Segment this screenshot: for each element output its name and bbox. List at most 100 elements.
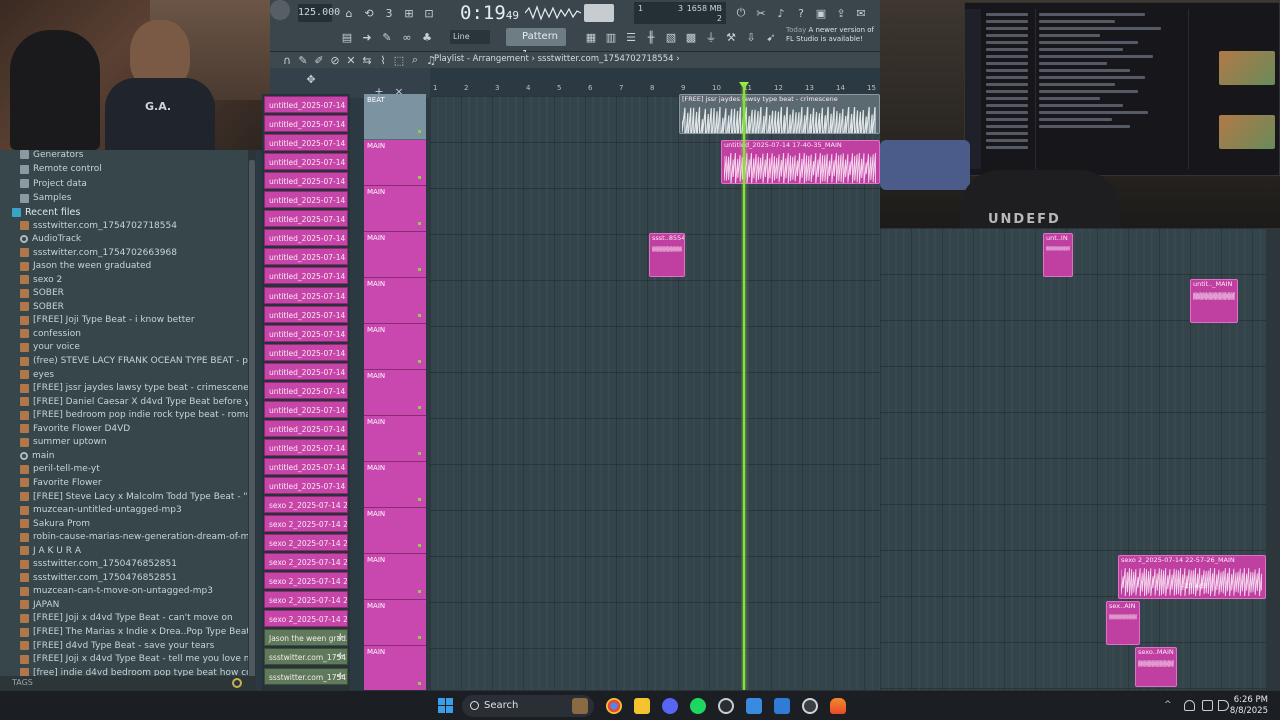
track-header[interactable]: MAIN xyxy=(364,416,426,462)
recent-file-item[interactable]: ssstwitter.com_1754702663968 xyxy=(8,246,177,259)
tool-icon[interactable]: ⚒ xyxy=(722,28,740,46)
recent-file-item[interactable]: [FREE] bedroom pop indie rock type beat … xyxy=(8,409,248,422)
recent-file-item[interactable]: SOBER xyxy=(8,300,64,313)
vscode-icon[interactable] xyxy=(746,698,762,714)
search-icon[interactable] xyxy=(232,678,242,688)
obs-icon[interactable] xyxy=(802,698,818,714)
track-led-icon[interactable] xyxy=(418,636,421,639)
help-icon[interactable]: ? xyxy=(792,4,810,22)
add-icon[interactable]: ✛ xyxy=(336,649,344,664)
track-header[interactable]: MAIN xyxy=(364,646,426,692)
move-icon[interactable]: ✥ xyxy=(302,70,320,88)
recent-file-item[interactable]: muzcean-can-t-move-on-untagged-mp3 xyxy=(8,585,213,598)
loop-icon[interactable]: ⟲ xyxy=(360,4,378,22)
pattern-clip-item[interactable]: untitled_2025-07-14 19- xyxy=(264,172,348,190)
windows-start-icon[interactable] xyxy=(438,698,454,714)
pattern-clip-item[interactable]: untitled_2025-07-14 19- xyxy=(264,419,348,437)
plugin-icon[interactable]: ▩ xyxy=(682,28,700,46)
arrangement-clip[interactable]: sexo 2_2025-07-14 22-57-26_MAIN xyxy=(1118,555,1266,599)
mic-icon[interactable]: ♪ xyxy=(772,4,790,22)
track-led-icon[interactable] xyxy=(418,406,421,409)
pattern-clip-item[interactable]: untitled_2025-07-14 19- xyxy=(264,362,348,380)
track-led-icon[interactable] xyxy=(418,590,421,593)
pattern-clip-item[interactable]: sexo 2_2025-07-14 22-5 xyxy=(264,591,348,609)
step-seq-icon[interactable]: ▥ xyxy=(602,28,620,46)
stamp-icon[interactable]: ♣ xyxy=(418,28,436,46)
recent-file-item[interactable]: sexo 2 xyxy=(8,273,62,286)
arrangement-clip[interactable]: [FREE] jssr jaydes lawsy type beat - cri… xyxy=(679,94,880,134)
cut-icon[interactable]: ✂ xyxy=(752,4,770,22)
browser-scrollbar[interactable] xyxy=(248,150,256,690)
taskbar-clock[interactable]: 6:26 PM 8/8/2025 xyxy=(1230,695,1268,717)
recent-file-item[interactable]: confession xyxy=(8,327,81,340)
pattern-clip-item[interactable]: sexo 2_2025-07-14 22-5 xyxy=(264,515,348,533)
recent-file-item[interactable]: [FREE] Steve Lacy x Malcolm Todd Type Be… xyxy=(8,490,248,503)
recent-file-item[interactable]: ssstwitter.com_1754702718554 xyxy=(8,219,177,232)
arrangement-scrollbar[interactable] xyxy=(1266,228,1280,690)
track-header[interactable]: MAIN xyxy=(364,278,426,324)
blend-icon[interactable]: ⊞ xyxy=(400,4,418,22)
track-header[interactable]: MAIN xyxy=(364,140,426,186)
track-led-icon[interactable] xyxy=(418,682,421,685)
recent-file-item[interactable]: [FREE] d4vd Type Beat - save your tears xyxy=(8,639,214,652)
browser-folder-item[interactable]: Remote control xyxy=(8,163,102,176)
pattern-clip-item[interactable]: sexo 2_2025-07-14 22-5 xyxy=(264,553,348,571)
pattern-clip-item[interactable]: untitled_2025-07-14 19- xyxy=(264,191,348,209)
recent-file-item[interactable]: AudioTrack xyxy=(8,233,81,246)
audio-clip-item[interactable]: ssstwitter.com_17547...✛ xyxy=(264,667,348,685)
update-notice[interactable]: Today A newer version of FL Studio is av… xyxy=(786,26,880,50)
pattern-clip-item[interactable]: untitled_2025-07-14 19- xyxy=(264,134,348,152)
step-icon[interactable]: ⊡ xyxy=(420,4,438,22)
pattern-clip-item[interactable]: untitled_2025-07-14 19- xyxy=(264,229,348,247)
recent-file-item[interactable]: Jason the ween graduated xyxy=(8,260,151,273)
link-icon[interactable]: ∞ xyxy=(398,28,416,46)
track-header[interactable]: MAIN xyxy=(364,508,426,554)
recent-file-item[interactable]: [FREE] Joji x d4vd Type Beat - tell me y… xyxy=(8,653,248,666)
mic-tray-icon[interactable] xyxy=(1184,700,1195,711)
tray-chevron-icon[interactable]: ^ xyxy=(1164,700,1175,711)
recent-file-item[interactable]: [FREE] Joji Type Beat - i know better xyxy=(8,314,195,327)
pattern-clip-item[interactable]: untitled_2025-07-14 19- xyxy=(264,267,348,285)
recent-file-item[interactable]: peril-tell-me-yt xyxy=(8,463,100,476)
track-header[interactable]: BEAT xyxy=(364,94,426,140)
cursor-icon[interactable]: ➹ xyxy=(762,28,780,46)
track-led-icon[interactable] xyxy=(418,130,421,133)
pattern-clip-item[interactable]: sexo 2_2025-07-14 22-5 xyxy=(264,496,348,514)
render-icon[interactable]: ⇪ xyxy=(832,4,850,22)
file-explorer-icon[interactable] xyxy=(634,698,650,714)
track-header[interactable]: MAIN xyxy=(364,232,426,278)
track-header[interactable]: MAIN xyxy=(364,600,426,646)
track-led-icon[interactable] xyxy=(418,176,421,179)
add-icon[interactable]: ✛ xyxy=(336,630,344,645)
track-header[interactable]: MAIN xyxy=(364,462,426,508)
browser-icon[interactable]: ▧ xyxy=(662,28,680,46)
track-header[interactable]: MAIN xyxy=(364,370,426,416)
notepad-icon[interactable] xyxy=(774,698,790,714)
track-header[interactable]: MAIN xyxy=(364,554,426,600)
pattern-clip-item[interactable]: sexo 2_2025-07-14 22-5 xyxy=(264,534,348,552)
recent-files-header[interactable]: Recent files xyxy=(8,206,80,219)
network-icon[interactable] xyxy=(1202,700,1213,711)
track-header[interactable]: MAIN xyxy=(364,324,426,370)
recent-file-item[interactable]: [FREE] jssr jaydes lawsy type beat - cri… xyxy=(8,382,248,395)
recent-file-item[interactable]: ssstwitter.com_1750476852851 xyxy=(8,558,177,571)
track-led-icon[interactable] xyxy=(418,452,421,455)
pattern-clip-item[interactable]: untitled_2025-07-14 19- xyxy=(264,381,348,399)
chrome-icon[interactable] xyxy=(606,698,622,714)
arrangement-clip[interactable]: ssst..8554 xyxy=(649,233,685,277)
track-led-icon[interactable] xyxy=(418,268,421,271)
arrangement-clip[interactable]: sexo..MAIN xyxy=(1135,647,1177,687)
fl-studio-icon[interactable] xyxy=(830,698,846,714)
mixer-icon[interactable]: ╫ xyxy=(642,28,660,46)
browser-scroll-thumb[interactable] xyxy=(249,160,255,680)
save-icon[interactable]: ▣ xyxy=(812,4,830,22)
pattern-clip-item[interactable]: untitled_2025-07-14 19- xyxy=(264,324,348,342)
arrow-icon[interactable]: ➜ xyxy=(358,28,376,46)
brush-icon[interactable]: ✎ xyxy=(378,28,396,46)
browser-folder-item[interactable]: Samples xyxy=(8,192,71,205)
audio-clip-item[interactable]: Jason the ween grad... ✛ xyxy=(264,629,348,647)
discord-icon[interactable] xyxy=(662,698,678,714)
pattern-clip-item[interactable]: untitled_2025-07-14 18- xyxy=(264,96,348,113)
recent-file-item[interactable]: [FREE] Joji x d4vd Type Beat - can't mov… xyxy=(8,612,233,625)
recent-file-item[interactable]: Favorite Flower xyxy=(8,476,102,489)
